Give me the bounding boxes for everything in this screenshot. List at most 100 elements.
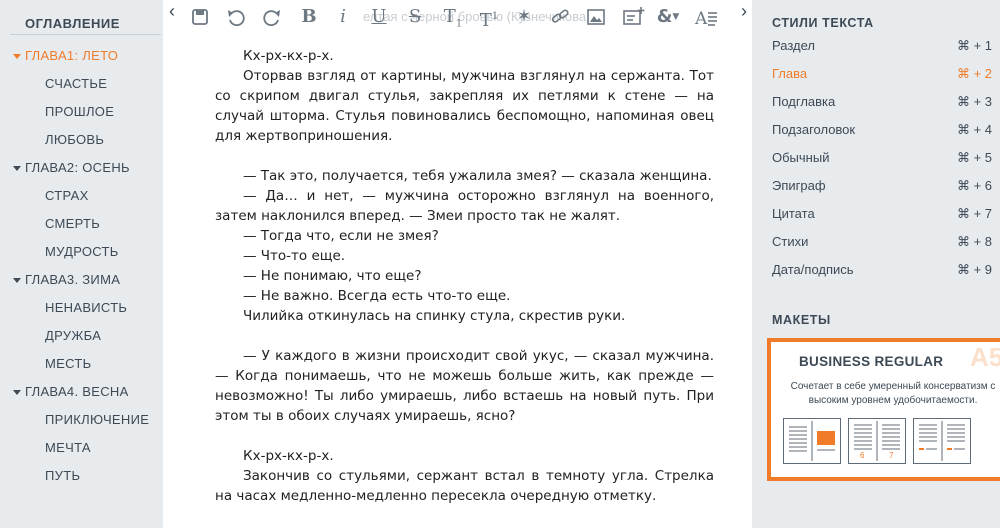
style-item-label: Подглавка [772, 94, 836, 109]
style-item[interactable]: Стихи ⌘ + 8 [752, 228, 1000, 256]
toc-subchapter[interactable]: ПРИКЛЮЧЕНИЕ [0, 406, 163, 434]
toc-item-label: ЛЮБОВЬ [45, 132, 105, 147]
toc-subchapter[interactable]: МЕСТЬ [0, 350, 163, 378]
editor-paragraph[interactable]: — Не понимаю, что еще? [215, 266, 714, 286]
toc-subchapter[interactable]: СЧАСТЬЕ [0, 70, 163, 98]
toc-subchapter[interactable]: МЕЧТА [0, 434, 163, 462]
style-item-label: Обычный [772, 150, 830, 165]
toc-chapter[interactable]: ГЛАВА2: ОСЕНЬ [0, 154, 163, 182]
styles-list: Раздел ⌘ + 1 Глава ⌘ + 2 Подглавка ⌘ + 3 Подза… [752, 32, 1000, 284]
editor-text[interactable]: Кх-рх-кх-р-х. Оторвав взгляд от картины, … [215, 46, 714, 506]
style-item-shortcut: ⌘ + 3 [956, 94, 992, 109]
layout-page-number-left: 6 [860, 451, 865, 460]
style-item-label: Цитата [772, 206, 815, 221]
layout-card-description: Сочетает в себе умеренный консерватизм с… [790, 381, 996, 406]
chevron-left-icon[interactable]: ‹ [163, 0, 181, 24]
underline-icon[interactable]: U [369, 5, 389, 29]
layout-thumb-numbered: 6 7 [848, 418, 906, 464]
layouts-title: МАКЕТЫ [772, 313, 831, 327]
toc-list: ГЛАВА1: ЛЕТО СЧАСТЬЕ ПРОШЛОЕ ЛЮБОВЬ ГЛАВА2: … [0, 42, 163, 490]
style-item-shortcut: ⌘ + 4 [956, 122, 992, 137]
bold-icon[interactable]: B [299, 5, 319, 29]
editor-paragraph[interactable]: Оторвав взгляд от картины, мужчина взгля… [215, 66, 714, 146]
toc-subchapter[interactable]: СТРАХ [0, 182, 163, 210]
style-item[interactable]: Глава ⌘ + 2 [752, 60, 1000, 88]
editor-paragraph[interactable]: — Так это, получается, тебя ужалила змея… [215, 166, 714, 186]
toc-subchapter[interactable]: МУДРОСТЬ [0, 238, 163, 266]
toc-item-label: СЧАСТЬЕ [45, 76, 108, 91]
chevron-right-icon[interactable]: › [735, 0, 753, 24]
toc-item-label: ПРОШЛОЕ [45, 104, 115, 119]
style-item-shortcut: ⌘ + 6 [956, 178, 992, 193]
toc-subchapter[interactable]: ПРОШЛОЕ [0, 98, 163, 126]
subscript-icon[interactable]: T1 [441, 5, 465, 30]
toc-item-label: ГЛАВА1: ЛЕТО [25, 48, 119, 63]
toc-subchapter[interactable]: СМЕРТЬ [0, 210, 163, 238]
editor-paragraph[interactable]: — Да… и нет, — мужчина осторожно взгляну… [215, 186, 714, 226]
style-item[interactable]: Подзаголовок ⌘ + 4 [752, 116, 1000, 144]
style-item[interactable]: Обычный ⌘ + 5 [752, 144, 1000, 172]
image-icon[interactable] [585, 5, 607, 29]
toc-item-label: МЕСТЬ [45, 356, 92, 371]
editor[interactable]: Кх-рх-кх-р-х. Оторвав взгляд от картины, … [163, 0, 752, 528]
editor-paragraph[interactable]: — Не важно. Всегда есть что-то еще. [215, 286, 714, 306]
undo-icon[interactable] [225, 5, 247, 29]
caret-down-icon[interactable] [13, 166, 21, 171]
style-item-label: Эпиграф [772, 178, 826, 193]
style-item[interactable]: Дата/подпись ⌘ + 9 [752, 256, 1000, 284]
editor-paragraph[interactable]: — У каждого в жизни происходит свой укус… [215, 346, 714, 426]
toc-item-label: ПУТЬ [45, 468, 81, 483]
editor-paragraph[interactable]: — Что-то еще. [215, 246, 714, 266]
toc-subchapter[interactable]: НЕНАВИСТЬ [0, 294, 163, 322]
asterisk-icon[interactable]: ✶ [515, 5, 533, 29]
toc-item-label: СТРАХ [45, 188, 89, 203]
toc-subchapter[interactable]: ПУТЬ [0, 462, 163, 490]
style-item-shortcut: ⌘ + 7 [956, 206, 992, 221]
style-item-label: Дата/подпись [772, 262, 854, 277]
styles-title: СТИЛИ ТЕКСТА [772, 16, 874, 30]
editor-paragraph[interactable]: Кх-рх-кх-р-х. [215, 46, 714, 66]
strikethrough-icon[interactable]: S [405, 5, 425, 29]
ampersand-icon[interactable]: &▼ [653, 5, 683, 29]
toc-subchapter[interactable]: ДРУЖБА [0, 322, 163, 350]
superscript-icon[interactable]: T1 [477, 5, 501, 31]
style-item-label: Раздел [772, 38, 815, 53]
caret-down-icon[interactable] [13, 390, 21, 395]
redo-icon[interactable] [261, 5, 283, 29]
save-icon[interactable] [191, 5, 211, 29]
caret-down-icon[interactable] [13, 54, 21, 59]
editor-paragraph[interactable]: — Тогда что, если не змея? [215, 226, 714, 246]
toc-chapter[interactable]: ГЛАВА3. ЗИМА [0, 266, 163, 294]
editor-paragraph[interactable] [215, 146, 714, 166]
toc-item-label: ГЛАВА3. ЗИМА [25, 272, 121, 287]
style-item[interactable]: Раздел ⌘ + 1 [752, 32, 1000, 60]
editor-paragraph[interactable]: Закончив со стульями, сержант встал в те… [215, 466, 714, 506]
style-item[interactable]: Подглавка ⌘ + 3 [752, 88, 1000, 116]
style-item-label: Стихи [772, 234, 809, 249]
toc-title: ОГЛАВЛЕНИЕ [25, 16, 120, 31]
toc-sidebar: ОГЛАВЛЕНИЕ ГЛАВА1: ЛЕТО СЧАСТЬЕ ПРОШЛОЕ ЛЮБ… [0, 0, 163, 528]
formatting-toolbar: елтая с черной бровью (Кузнечикова... B … [163, 0, 752, 34]
editor-paragraph[interactable] [215, 426, 714, 446]
editor-paragraph[interactable]: Чилийка откинулась на спинку стула, скре… [215, 306, 714, 326]
toc-subchapter[interactable]: ЛЮБОВЬ [0, 126, 163, 154]
styles-sidebar: СТИЛИ ТЕКСТА Раздел ⌘ + 1 Глава ⌘ + 2 Подгла… [752, 0, 1000, 528]
style-item[interactable]: Цитата ⌘ + 7 [752, 200, 1000, 228]
editor-paragraph[interactable]: Кх-рх-кх-р-х. [215, 446, 714, 466]
style-item[interactable]: Эпиграф ⌘ + 6 [752, 172, 1000, 200]
toc-chapter[interactable]: ГЛАВА1: ЛЕТО [0, 42, 163, 70]
layout-page-number-right: 7 [889, 451, 894, 460]
layout-thumb-spread [783, 418, 841, 464]
link-icon[interactable] [549, 5, 571, 29]
style-item-shortcut: ⌘ + 8 [956, 234, 992, 249]
layout-format: A5 [970, 342, 1000, 372]
caret-down-icon[interactable] [13, 278, 21, 283]
text-format-icon[interactable]: A [693, 5, 719, 29]
toc-chapter[interactable]: ГЛАВА4. ВЕСНА [0, 378, 163, 406]
italic-icon[interactable]: i [335, 5, 351, 29]
layout-card-business-regular[interactable]: A5 BUSINESS REGULAR Сочетает в себе умер… [767, 338, 1000, 481]
add-note-icon[interactable] [621, 5, 645, 29]
style-item-label: Глава [772, 66, 808, 81]
toc-item-label: НЕНАВИСТЬ [45, 300, 128, 315]
editor-paragraph[interactable] [215, 326, 714, 346]
